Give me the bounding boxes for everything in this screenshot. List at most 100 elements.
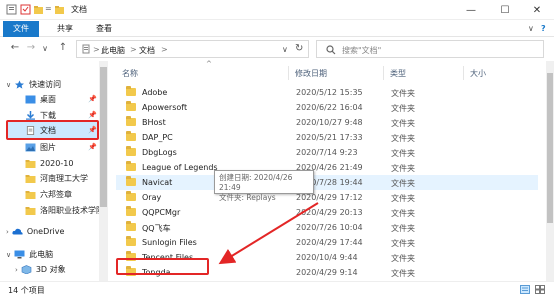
recent-locations-button[interactable]: ∨ — [38, 44, 52, 53]
column-divider[interactable] — [383, 66, 384, 80]
refresh-button[interactable]: ↻ — [295, 43, 303, 54]
expand-icon[interactable]: › — [15, 266, 18, 274]
file-type: 文件夹 — [391, 149, 415, 158]
breadcrumb-separator[interactable]: > — [130, 45, 137, 54]
file-date: 2020/4/29 20:13 — [296, 208, 363, 217]
column-header-type[interactable]: 类型 — [390, 68, 406, 79]
cube-icon — [21, 265, 32, 274]
large-icons-view-icon[interactable] — [535, 285, 545, 294]
file-name: DAP_PC — [142, 133, 173, 142]
file-date: 2020/7/14 9:23 — [296, 148, 358, 157]
details-view-icon[interactable] — [520, 285, 530, 294]
nav-item-folder[interactable]: 2020-10 — [25, 156, 73, 171]
nav-item-pictures[interactable]: 图片 — [25, 140, 56, 155]
address-bar[interactable]: > 此电脑 > 文档 > ∨ ↻ — [76, 40, 309, 58]
table-row[interactable]: QQ飞车 2020/7/26 10:04 文件夹 — [116, 220, 538, 235]
help-icon[interactable]: ? — [541, 24, 546, 33]
collapse-icon[interactable]: ∨ — [6, 81, 11, 89]
ribbon-expand-icon[interactable]: ∨ — [528, 24, 534, 33]
breadcrumb-separator[interactable]: > — [93, 45, 100, 54]
back-button[interactable]: ← — [8, 42, 22, 53]
ribbon-tabs: 文件 共享 查看 ∨ ? — [0, 20, 554, 37]
file-type: 文件夹 — [391, 119, 415, 128]
table-row[interactable]: Adobe 2020/5/12 15:35 文件夹 — [116, 85, 538, 100]
cloud-icon — [12, 228, 23, 235]
column-divider[interactable] — [288, 66, 289, 80]
folder-icon — [126, 86, 136, 96]
search-box[interactable]: 搜索"文档" — [316, 40, 544, 58]
breadcrumb-documents[interactable]: 文档 — [139, 45, 155, 56]
file-type: 文件夹 — [391, 224, 415, 233]
nav-item-label: 洛阳职业技术学院 — [40, 206, 99, 215]
close-button[interactable]: ✕ — [520, 0, 554, 20]
pin-icon: 📌 — [88, 95, 97, 103]
table-row[interactable]: Oray 2020/4/29 17:12 文件夹 — [116, 190, 538, 205]
annotation-highlight-documents — [6, 120, 99, 140]
file-list-scrollbar[interactable] — [546, 61, 554, 281]
file-name: Sunlogin Files — [142, 238, 197, 247]
file-type: 文件夹 — [391, 134, 415, 143]
tooltip: 创建日期: 2020/4/26 21:49 文件夹: Replays — [214, 170, 314, 202]
nav-item-desktop[interactable]: 桌面 — [25, 92, 56, 107]
nav-item-folder[interactable]: 六邦签章 — [25, 187, 72, 202]
nav-item-folder[interactable]: 洛阳职业技术学院 — [25, 203, 99, 218]
breadcrumb-this-pc[interactable]: 此电脑 — [101, 45, 125, 56]
download-icon — [26, 111, 35, 120]
table-row[interactable]: League of Legends 2020/4/26 21:49 文件夹 — [116, 160, 538, 175]
nav-this-pc[interactable]: ∨ 此电脑 — [6, 247, 53, 262]
address-dropdown-icon[interactable]: ∨ — [282, 45, 288, 54]
table-row[interactable]: BHost 2020/10/27 9:48 文件夹 — [116, 115, 538, 130]
up-button[interactable]: ↑ — [56, 42, 70, 53]
expand-icon[interactable]: › — [6, 228, 9, 236]
nav-3d-objects[interactable]: › 3D 对象 — [15, 262, 66, 277]
breadcrumb-separator[interactable]: > — [161, 45, 168, 54]
file-date: 2020/5/12 15:35 — [296, 88, 363, 97]
table-row[interactable]: QQPCMgr 2020/4/29 20:13 文件夹 — [116, 205, 538, 220]
minimize-button[interactable]: — — [454, 0, 488, 20]
desktop-icon — [25, 95, 36, 104]
nav-item-folder[interactable]: 河南理工大学 — [25, 171, 88, 186]
maximize-button[interactable]: ☐ — [488, 0, 522, 20]
file-type: 文件夹 — [391, 269, 415, 278]
tab-file[interactable]: 文件 — [3, 21, 39, 37]
status-bar: 14 个项目 — [0, 281, 554, 296]
nav-onedrive-label: OneDrive — [26, 227, 65, 236]
quick-access-toolbar-dropdown[interactable]: = — [45, 4, 52, 13]
nav-item-label: 六邦签章 — [40, 190, 72, 199]
file-type: 文件夹 — [391, 254, 415, 263]
folder-icon[interactable] — [33, 4, 44, 15]
column-divider[interactable] — [463, 66, 464, 80]
file-list-scrollbar-thumb[interactable] — [547, 73, 553, 223]
nav-scrollbar[interactable] — [99, 61, 108, 281]
properties-icon[interactable] — [6, 4, 17, 15]
folder-icon — [126, 236, 136, 246]
table-row[interactable]: Apowersoft 2020/6/22 16:04 文件夹 — [116, 100, 538, 115]
nav-3d-objects-label: 3D 对象 — [35, 265, 66, 274]
file-date: 2020/10/4 9:44 — [296, 253, 358, 262]
nav-onedrive[interactable]: › OneDrive — [6, 224, 64, 239]
table-row[interactable]: DAP_PC 2020/5/21 17:33 文件夹 — [116, 130, 538, 145]
forward-button[interactable]: → — [24, 42, 38, 53]
tooltip-folder: 文件夹: Replays — [219, 193, 276, 202]
folder-icon — [25, 207, 36, 215]
checkbox-icon[interactable] — [20, 4, 31, 15]
column-header-date[interactable]: 修改日期 — [295, 68, 327, 79]
nav-scrollbar-thumb[interactable] — [100, 67, 107, 207]
table-row[interactable]: Sunlogin Files 2020/4/29 17:44 文件夹 — [116, 235, 538, 250]
collapse-icon[interactable]: ∨ — [6, 251, 11, 259]
table-row[interactable]: DbgLogs 2020/7/14 9:23 文件夹 — [116, 145, 538, 160]
title-bar: = 文档 — ☐ ✕ — [0, 0, 554, 20]
nav-item-label: 图片 — [40, 143, 56, 152]
column-header-size[interactable]: 大小 — [470, 68, 486, 79]
tab-view[interactable]: 查看 — [89, 22, 119, 36]
folder-icon — [126, 116, 136, 126]
column-header-name[interactable]: 名称 — [122, 68, 138, 79]
pin-icon: 📌 — [88, 111, 97, 119]
file-name: DbgLogs — [142, 148, 177, 157]
tab-share[interactable]: 共享 — [50, 22, 80, 36]
nav-quick-access[interactable]: ∨ 快速访问 — [6, 77, 61, 92]
folder-icon — [25, 175, 36, 183]
folder-icon — [126, 176, 136, 186]
table-row[interactable]: Navicat 2020/7/28 19:44 文件夹 — [116, 175, 538, 190]
file-name: QQPCMgr — [142, 208, 181, 217]
